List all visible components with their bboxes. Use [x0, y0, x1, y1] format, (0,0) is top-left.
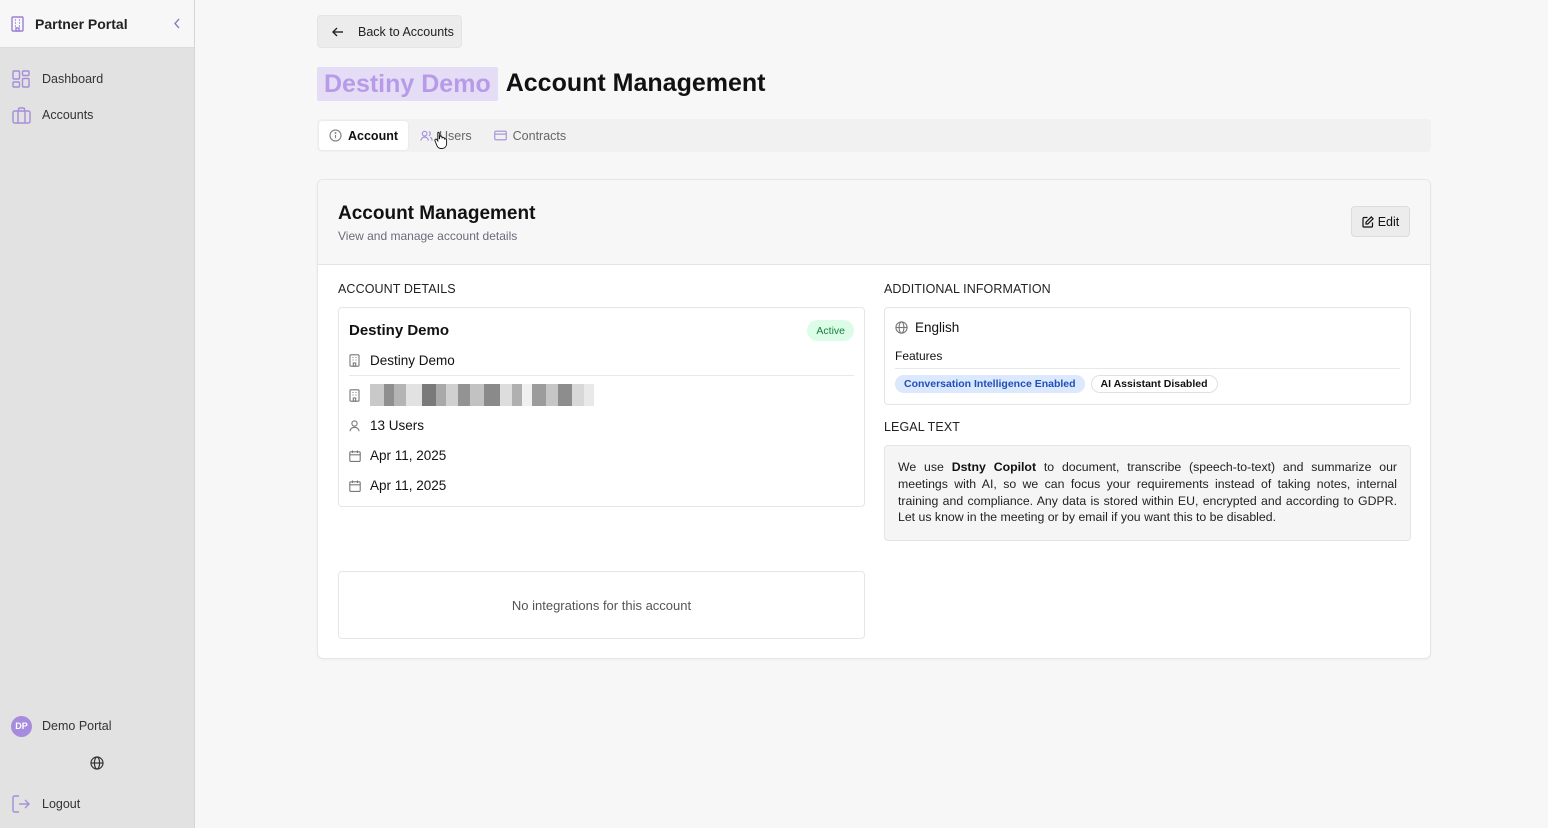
divider — [895, 368, 1400, 369]
info-icon — [329, 129, 342, 142]
page-title-text: Account Management — [505, 69, 766, 97]
globe-icon — [895, 321, 908, 334]
tab-label: Contracts — [512, 128, 567, 143]
feature-badge-ai-assistant: AI Assistant Disabled — [1090, 375, 1218, 393]
updated-date: Apr 11, 2025 — [370, 478, 447, 493]
additional-info-heading: ADDITIONAL INFORMATION — [884, 282, 1051, 296]
tab-account[interactable]: Account — [319, 121, 408, 150]
back-to-accounts-button[interactable]: Back to Accounts — [317, 15, 462, 48]
sidebar-footer: DP Demo Portal Logout — [0, 706, 194, 828]
legal-product-name: Dstny Copilot — [951, 460, 1037, 474]
language-switcher[interactable] — [0, 746, 194, 784]
redacted-row — [349, 384, 594, 406]
users-row: 13 Users — [349, 418, 424, 433]
arrow-left-icon — [332, 25, 346, 39]
back-label: Back to Accounts — [358, 24, 454, 39]
calendar-icon — [349, 449, 361, 462]
created-date-row: Apr 11, 2025 — [349, 448, 446, 463]
building-icon — [349, 354, 361, 367]
dashboard-icon — [12, 70, 31, 89]
sidebar-nav: Dashboard Accounts — [0, 61, 194, 133]
credit-card-icon — [493, 129, 507, 142]
sidebar-header: Partner Portal — [0, 0, 194, 48]
updated-date-row: Apr 11, 2025 — [349, 478, 446, 493]
status-badge: Active — [807, 320, 854, 341]
tab-label: Users — [439, 128, 472, 143]
language-row: English — [895, 320, 959, 335]
sidebar-item-dashboard[interactable]: Dashboard — [0, 61, 194, 97]
redacted-value — [370, 384, 594, 406]
avatar: DP — [11, 715, 32, 737]
card-subtitle: View and manage account details — [338, 229, 518, 243]
tab-users[interactable]: Users — [410, 121, 482, 150]
card-header: Account Management View and manage accou… — [318, 180, 1430, 265]
legal-text-heading: LEGAL TEXT — [884, 420, 961, 434]
tab-contracts[interactable]: Contracts — [484, 121, 577, 150]
logout-icon — [12, 795, 31, 814]
building-icon — [349, 388, 361, 402]
company-row: Destiny Demo — [349, 353, 455, 368]
account-details-box: Destiny Demo Active Destiny Demo 13 User… — [338, 307, 865, 507]
account-name: Destiny Demo — [349, 322, 450, 339]
company-name: Destiny Demo — [370, 353, 455, 368]
users-count: 13 Users — [370, 418, 425, 433]
users-icon — [420, 129, 433, 142]
sidebar-item-label: Dashboard — [42, 72, 104, 86]
page-title: Destiny Demo Account Management — [317, 66, 765, 101]
feature-badge-conversation-intelligence: Conversation Intelligence Enabled — [895, 375, 1085, 393]
sidebar-item-accounts[interactable]: Accounts — [0, 97, 194, 133]
sidebar-item-label: Accounts — [42, 108, 94, 122]
user-icon — [349, 419, 361, 432]
user-profile[interactable]: DP Demo Portal — [0, 706, 194, 746]
language-value: English — [915, 320, 960, 335]
calendar-icon — [349, 479, 361, 492]
collapse-sidebar-icon[interactable] — [170, 17, 184, 31]
logout-label: Logout — [42, 797, 81, 811]
logout-button[interactable]: Logout — [0, 784, 194, 824]
tab-bar: Account Users Contracts — [317, 119, 1431, 152]
account-brand-name: Destiny Demo — [317, 66, 498, 101]
feature-chips: Conversation Intelligence Enabled AI Ass… — [895, 375, 1218, 393]
features-label: Features — [895, 349, 943, 363]
user-name: Demo Portal — [42, 719, 112, 733]
app-title: Partner Portal — [35, 15, 128, 32]
tab-label: Account — [348, 128, 398, 143]
integrations-empty-state: No integrations for this account — [338, 571, 865, 639]
sidebar: Partner Portal Dashboard Accounts DP Dem… — [0, 0, 195, 828]
building-icon — [10, 15, 26, 32]
account-details-heading: ACCOUNT DETAILS — [338, 282, 456, 296]
legal-prefix: We use — [898, 460, 952, 474]
briefcase-icon — [12, 106, 31, 125]
additional-info-box: English Features Conversation Intelligen… — [884, 307, 1411, 405]
account-management-card: Account Management View and manage accou… — [317, 179, 1431, 659]
created-date: Apr 11, 2025 — [370, 448, 447, 463]
legal-text-box: We use Dstny Copilot to document, transc… — [884, 445, 1411, 541]
divider — [349, 375, 854, 376]
card-title: Account Management — [338, 203, 536, 224]
edit-button[interactable]: Edit — [1351, 206, 1410, 237]
globe-icon — [90, 755, 104, 775]
edit-label: Edit — [1377, 214, 1400, 229]
edit-icon — [1362, 215, 1375, 228]
